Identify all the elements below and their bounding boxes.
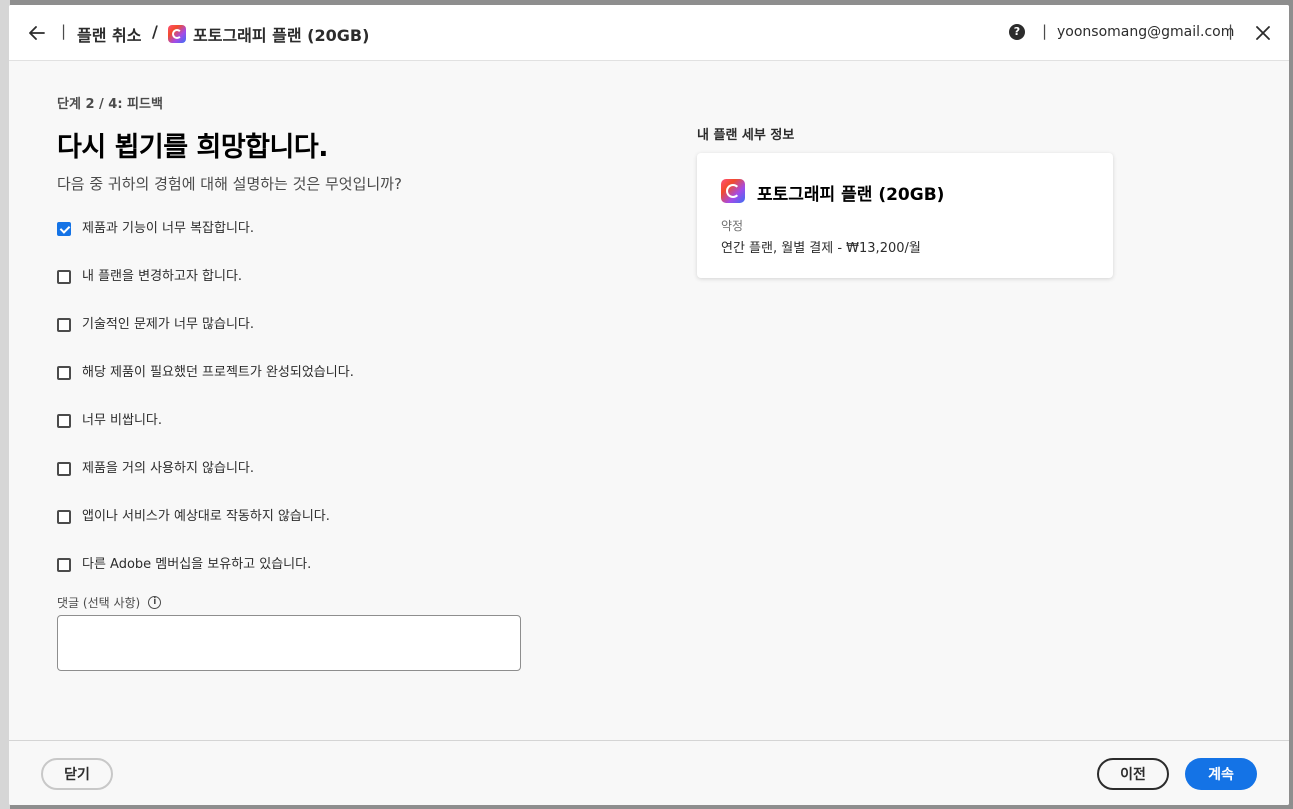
creative-cloud-icon	[168, 25, 186, 43]
term-value: 연간 플랜, 월별 결제 - ₩13,200/월	[721, 241, 921, 256]
back-button[interactable]	[25, 21, 49, 45]
plan-details-heading: 내 플랜 세부 정보	[697, 128, 795, 143]
continue-button[interactable]: 계속	[1185, 758, 1257, 790]
previous-button[interactable]: 이전	[1097, 758, 1169, 790]
creative-cloud-icon	[721, 179, 745, 203]
page-subtitle: 다음 중 귀하의 경험에 대해 설명하는 것은 무엇입니까?	[57, 175, 402, 193]
breadcrumb-separator: /	[152, 22, 158, 41]
feedback-option[interactable]: 기술적인 문제가 너무 많습니다.	[57, 315, 354, 363]
checkbox[interactable]	[57, 270, 71, 284]
option-label: 다른 Adobe 멤버십을 보유하고 있습니다.	[82, 557, 312, 572]
cancel-plan-dialog: | 플랜 취소 / 포토그래피 플랜 (20GB) ? | yoonsomang…	[9, 5, 1289, 805]
checkbox[interactable]	[57, 462, 71, 476]
feedback-option[interactable]: 너무 비쌉니다.	[57, 411, 354, 459]
option-label: 앱이나 서비스가 예상대로 작동하지 않습니다.	[82, 509, 330, 524]
feedback-option[interactable]: 앱이나 서비스가 예상대로 작동하지 않습니다.	[57, 507, 354, 555]
page-title: 다시 뵙기를 희망합니다.	[57, 132, 328, 163]
term-label: 약정	[721, 219, 744, 233]
option-label: 너무 비쌉니다.	[82, 413, 163, 428]
close-button[interactable]	[1251, 21, 1275, 45]
option-label: 제품과 기능이 너무 복잡합니다.	[82, 221, 255, 236]
checkbox[interactable]	[57, 558, 71, 572]
arrow-left-icon	[29, 26, 45, 40]
feedback-option[interactable]: 해당 제품이 필요했던 프로젝트가 완성되었습니다.	[57, 363, 354, 411]
checkbox[interactable]	[57, 510, 71, 524]
separator: |	[61, 22, 67, 40]
comment-label-row: 댓글 (선택 사항) i	[57, 594, 162, 611]
checkbox[interactable]	[57, 366, 71, 380]
comment-label: 댓글 (선택 사항)	[57, 596, 141, 610]
step-indicator: 단계 2 / 4: 피드백	[57, 97, 163, 112]
option-label: 기술적인 문제가 너무 많습니다.	[82, 317, 255, 332]
option-label: 제품을 거의 사용하지 않습니다.	[82, 461, 255, 476]
info-icon[interactable]: i	[148, 596, 162, 609]
help-icon[interactable]: ?	[1009, 24, 1025, 40]
checkbox[interactable]	[57, 414, 71, 428]
separator: |	[1228, 22, 1234, 40]
feedback-option[interactable]: 제품과 기능이 너무 복잡합니다.	[57, 219, 354, 267]
close-dialog-button[interactable]: 닫기	[41, 758, 113, 790]
breadcrumb-plan-name: 포토그래피 플랜 (20GB)	[193, 26, 370, 45]
feedback-option[interactable]: 내 플랜을 변경하고자 합니다.	[57, 267, 354, 315]
dialog-header: | 플랜 취소 / 포토그래피 플랜 (20GB) ? | yoonsomang…	[9, 5, 1289, 61]
checkbox[interactable]	[57, 318, 71, 332]
close-icon	[1256, 26, 1270, 40]
option-label: 내 플랜을 변경하고자 합니다.	[82, 269, 243, 284]
separator: |	[1042, 22, 1048, 40]
checkbox[interactable]	[57, 222, 71, 236]
breadcrumb-cancel-plan[interactable]: 플랜 취소	[77, 22, 141, 46]
plan-name: 포토그래피 플랜 (20GB)	[757, 185, 945, 205]
feedback-option[interactable]: 제품을 거의 사용하지 않습니다.	[57, 459, 354, 507]
option-label: 해당 제품이 필요했던 프로젝트가 완성되었습니다.	[82, 365, 354, 380]
account-email[interactable]: yoonsomang@gmail.com	[1057, 24, 1234, 40]
feedback-options: 제품과 기능이 너무 복잡합니다. 내 플랜을 변경하고자 합니다. 기술적인 문제…	[57, 219, 354, 603]
dialog-footer: 닫기 이전 계속	[9, 740, 1289, 805]
plan-details-card: 포토그래피 플랜 (20GB) 약정 연간 플랜, 월별 결제 - ₩13,20…	[697, 153, 1113, 278]
comment-field[interactable]	[57, 615, 521, 671]
